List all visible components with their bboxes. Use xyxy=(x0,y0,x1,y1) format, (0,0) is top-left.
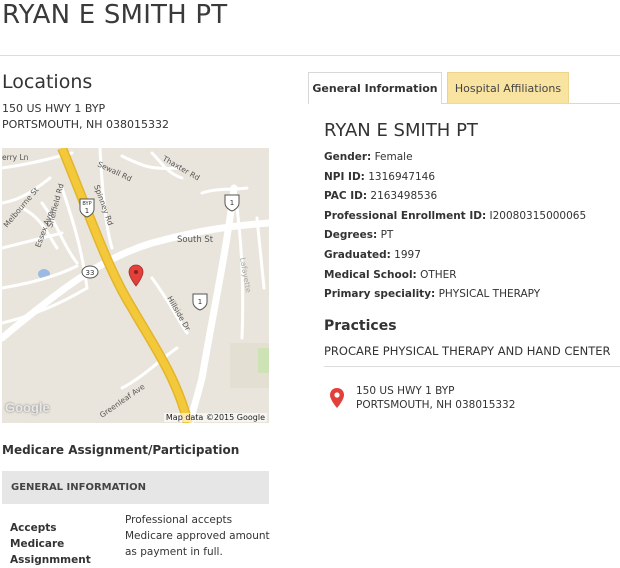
route-shield-byp: BYP 1 xyxy=(79,198,95,218)
svg-text:33: 33 xyxy=(86,269,95,277)
header-divider xyxy=(0,55,620,56)
practice-name: PROCARE PHYSICAL THERAPY AND HAND CENTER xyxy=(324,344,611,358)
svg-text:1: 1 xyxy=(198,298,202,306)
location-address: 150 US HWY 1 BYP PORTSMOUTH, NH 03801533… xyxy=(2,101,169,133)
page-title: RYAN E SMITH PT xyxy=(2,0,228,30)
info-degrees: Degrees: PT xyxy=(324,229,394,242)
practice-divider xyxy=(324,366,620,367)
tab-hospital-affiliations[interactable]: Hospital Affiliations xyxy=(447,72,569,103)
info-graduated: Graduated: 1997 xyxy=(324,248,421,261)
practice-address-line1: 150 US HWY 1 BYP xyxy=(356,385,455,397)
general-information-header: GENERAL INFORMATION xyxy=(2,471,269,504)
info-medical-school: Medical School: OTHER xyxy=(324,268,457,281)
map-label-essex: Essex Ave xyxy=(33,210,54,249)
accepts-medicare-value: Professional accepts Medicare approved a… xyxy=(125,514,270,558)
map-label-ry: erry Ln xyxy=(2,153,29,162)
location-address-line2: PORTSMOUTH, NH 038015332 xyxy=(2,118,170,131)
info-enrollment-id: Professional Enrollment ID: I20080315000… xyxy=(324,209,587,222)
map-credit[interactable]: Map data ©2015 Google xyxy=(163,413,267,422)
info-primary-speciality: Primary speciality: PHYSICAL THERAPY xyxy=(324,288,541,301)
route-shield-1-bottom: 1 xyxy=(192,293,208,311)
location-address-line1: 150 US HWY 1 BYP xyxy=(2,102,106,115)
svg-text:1: 1 xyxy=(85,207,89,215)
map-pin-icon xyxy=(330,388,344,408)
locations-heading: Locations xyxy=(2,71,93,93)
google-logo: Google xyxy=(5,400,50,415)
accepts-medicare-label: Accepts Medicare Assignmment xyxy=(10,522,91,566)
info-gender: Gender: Female xyxy=(324,151,413,163)
svg-text:1: 1 xyxy=(230,199,234,207)
info-pac-id: PAC ID: 2163498536 xyxy=(324,190,438,203)
practice-address: 150 US HWY 1 BYP PORTSMOUTH, NH 03801533… xyxy=(356,384,515,412)
tab-divider xyxy=(442,103,620,104)
map-label-south: South St xyxy=(177,235,214,245)
svg-text:Lafayette: Lafayette xyxy=(238,257,253,294)
practices-heading: Practices xyxy=(324,318,397,334)
provider-name: RYAN E SMITH PT xyxy=(324,120,478,141)
medicare-heading: Medicare Assignment/Participation xyxy=(2,443,240,457)
map-canvas[interactable]: BYP 1 1 1 33 erry Ln Sewall Rd Thaxter R… xyxy=(2,148,269,423)
provider-info-list: Gender: Female NPI ID: 1316947146 PAC ID… xyxy=(324,148,586,305)
tab-general-information[interactable]: General Information xyxy=(308,72,442,104)
map-label-hillside: Hillside Dr xyxy=(165,295,193,334)
map-label-melbourne: Melbourne St xyxy=(2,185,41,229)
practice-address-line2: PORTSMOUTH, NH 038015332 xyxy=(356,399,516,411)
info-npi-id: NPI ID: 1316947146 xyxy=(324,170,436,183)
map-location-pin[interactable] xyxy=(128,264,144,287)
location-map[interactable]: BYP 1 1 1 33 erry Ln Sewall Rd Thaxter R… xyxy=(2,148,269,423)
route-shield-33: 33 xyxy=(81,265,99,279)
